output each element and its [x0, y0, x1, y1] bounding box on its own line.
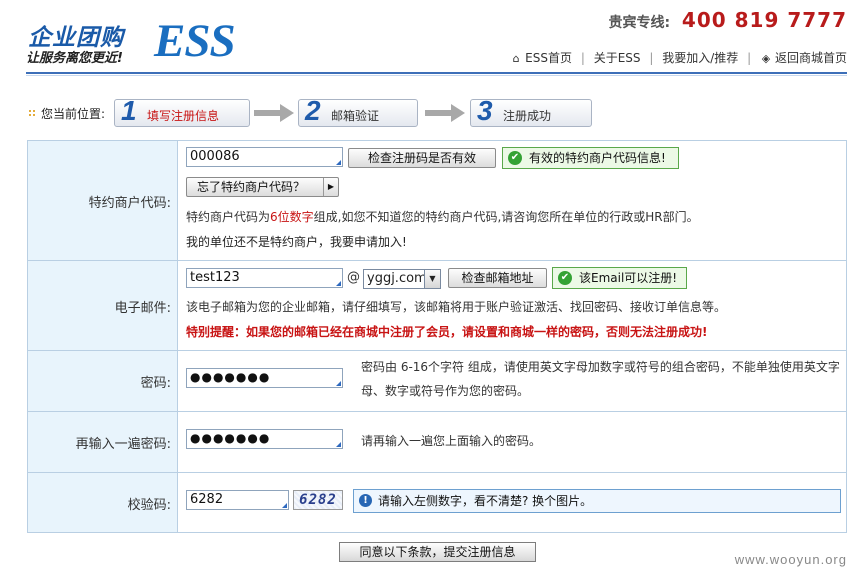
check-icon: ✔ — [558, 271, 572, 285]
merchant-code-status-text: 有效的特约商户代码信息! — [529, 151, 666, 165]
ess-logo[interactable]: 企业团购 让服务离您更近! ESS — [26, 15, 266, 68]
logo-ess-text: ESS — [154, 15, 236, 67]
captcha-hint-text: 请输入左侧数字，看不清楚? 换个图片。 — [378, 494, 593, 508]
check-merchant-code-button[interactable]: 检查注册码是否有效 — [348, 148, 496, 168]
chevron-right-icon: ▶ — [323, 178, 338, 196]
nav-ess-home-label: ESS首页 — [525, 51, 572, 65]
email-label: 电子邮件: — [114, 301, 171, 316]
merchant-code-status: ✔ 有效的特约商户代码信息! — [502, 147, 679, 169]
captcha-input[interactable]: 6282 — [186, 490, 289, 510]
location-label: 您当前位置: — [41, 107, 106, 121]
password-label-cell: 密码: — [28, 351, 178, 411]
step-2-number: 2 — [305, 95, 321, 126]
nav-ess-home[interactable]: ⌂ ESS首页 — [510, 51, 576, 65]
step-arrow-icon — [425, 104, 465, 122]
email-at-sign: @ — [347, 270, 360, 285]
row-captcha: 校验码: 6282 6282 ! 请输入左侧数字，看不清楚? 换个图片。 — [28, 472, 846, 532]
home-icon: ⌂ — [512, 52, 520, 65]
step-3-number: 3 — [477, 95, 493, 126]
nav-about-ess[interactable]: 关于ESS — [594, 51, 641, 65]
email-username-input[interactable]: test123 — [186, 268, 343, 288]
step-3: 3 注册成功 — [470, 95, 592, 127]
nav-divider: | — [580, 51, 585, 65]
password-input[interactable]: ●●●●●●● — [186, 368, 343, 388]
hotline-label: 贵宾专线: — [608, 15, 671, 31]
captcha-label: 校验码: — [127, 498, 171, 513]
location-breadcrumb: 您当前位置: — [28, 105, 105, 122]
merchant-help-highlight: 6位数字 — [270, 210, 314, 224]
submit-registration-button[interactable]: 同意以下条款，提交注册信息 — [339, 542, 536, 562]
password-help-line2: 母、数字或符号作为您的密码。 — [361, 384, 530, 398]
merchant-help-post: 组成,如您不知道您的特约商户代码,请咨询您所在单位的行政或HR部门。 — [313, 210, 699, 224]
row-merchant-code: 特约商户代码: 000086 检查注册码是否有效 ✔ 有效的特约商户代码信息! 忘… — [28, 141, 846, 260]
header-divider — [26, 72, 847, 74]
merchant-code-input[interactable]: 000086 — [186, 147, 343, 167]
header-divider-light — [26, 75, 847, 76]
nav-divider: | — [649, 51, 654, 65]
merchant-help-pre: 特约商户代码为 — [186, 210, 271, 224]
info-icon: ! — [359, 494, 372, 507]
email-status-text: 该Email可以注册! — [579, 271, 678, 285]
chevron-down-icon[interactable]: ▼ — [424, 270, 440, 288]
captcha-image[interactable]: 6282 — [293, 490, 343, 510]
row-email: 电子邮件: test123 @ yggj.com ▼ 检查邮箱地址 ✔ 该Emai… — [28, 260, 846, 350]
step-1-number: 1 — [121, 95, 137, 126]
row-password-confirm: 再输入一遍密码: ●●●●●●● 请再输入一遍您上面输入的密码。 — [28, 411, 846, 472]
password-help-line1: 密码由 6-16个字符 组成，请使用英文字母加数字或符号的组合密码，不能单独使用… — [361, 360, 840, 374]
email-domain-value: yggj.com — [367, 271, 427, 286]
password-confirm-input[interactable]: ●●●●●●● — [186, 429, 343, 449]
top-nav: ⌂ ESS首页 | 关于ESS | 我要加入/推荐 | ◈ 返回商城首页 — [510, 49, 847, 66]
location-icon — [28, 109, 37, 118]
registration-form: 特约商户代码: 000086 检查注册码是否有效 ✔ 有效的特约商户代码信息! 忘… — [27, 140, 847, 533]
merchant-code-help: 特约商户代码为6位数字组成,如您不知道您的特约商户代码,请咨询您所在单位的行政或… — [186, 208, 699, 225]
password-confirm-label-cell: 再输入一遍密码: — [28, 412, 178, 472]
captcha-label-cell: 校验码: — [28, 473, 178, 532]
logo-slogan: 让服务离您更近! — [26, 51, 123, 66]
forgot-merchant-code-button[interactable]: 忘了特约商户代码？ ▶ — [186, 177, 339, 197]
hotline: 贵宾专线: 400 819 7777 — [608, 8, 847, 32]
nav-join-recommend[interactable]: 我要加入/推荐 — [662, 51, 738, 65]
merchant-code-label-cell: 特约商户代码: — [28, 141, 178, 260]
email-domain-select[interactable]: yggj.com ▼ — [363, 269, 441, 289]
nav-return-mall[interactable]: ◈ 返回商城首页 — [760, 51, 847, 65]
return-icon: ◈ — [761, 52, 771, 65]
captcha-hint: ! 请输入左侧数字，看不清楚? 换个图片。 — [353, 489, 841, 513]
password-label: 密码: — [140, 376, 171, 391]
step-3-label: 注册成功 — [503, 109, 552, 123]
step-arrow-icon — [254, 104, 294, 122]
step-1-label: 填写注册信息 — [147, 109, 220, 123]
password-confirm-label: 再输入一遍密码: — [75, 437, 171, 452]
hotline-number: 400 819 7777 — [681, 8, 847, 32]
step-2: 2 邮箱验证 — [298, 95, 418, 127]
email-help: 该电子邮箱为您的企业邮箱，请仔细填写，该邮箱将用于账户验证激活、找回密码、接收订… — [186, 300, 727, 314]
email-label-cell: 电子邮件: — [28, 261, 178, 350]
apply-merchant-link[interactable]: 我的单位还不是特约商户，我要申请加入! — [186, 233, 407, 250]
password-confirm-help: 请再输入一遍您上面输入的密码。 — [361, 434, 542, 448]
nav-return-mall-label: 返回商城首页 — [774, 51, 847, 65]
nav-divider: | — [747, 51, 752, 65]
step-2-label: 邮箱验证 — [331, 109, 380, 123]
check-icon: ✔ — [508, 151, 522, 165]
forgot-merchant-code-label: 忘了特约商户代码？ — [197, 180, 306, 194]
step-1: 1 填写注册信息 — [114, 95, 250, 127]
watermark: www.wooyun.org — [734, 552, 847, 567]
email-status: ✔ 该Email可以注册! — [552, 267, 687, 289]
row-password: 密码: ●●●●●●● 密码由 6-16个字符 组成，请使用英文字母加数字或符号… — [28, 350, 846, 411]
check-email-button[interactable]: 检查邮箱地址 — [448, 268, 547, 288]
email-warning: 特别提醒：如果您的邮箱已经在商城中注册了会员，请设置和商城一样的密码，否则无法注… — [186, 325, 708, 339]
merchant-code-label: 特约商户代码: — [88, 196, 171, 211]
